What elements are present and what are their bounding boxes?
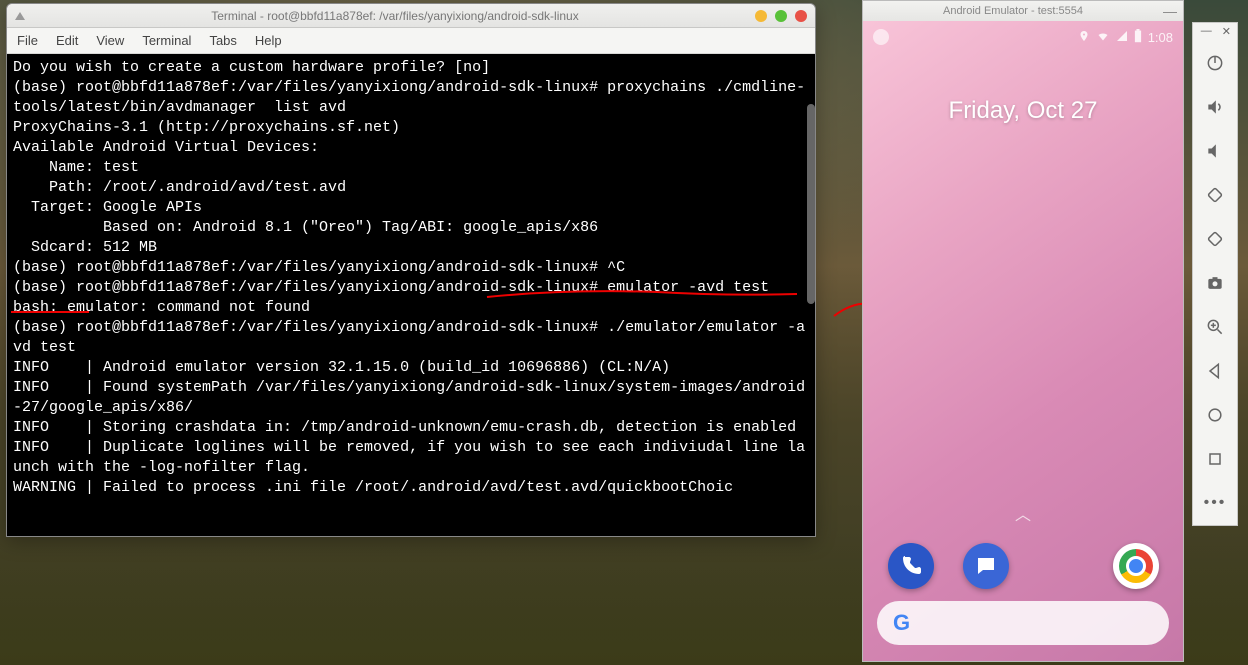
google-logo-icon: G — [893, 610, 910, 636]
rotate-right-button[interactable] — [1192, 217, 1238, 261]
home-button[interactable] — [1192, 393, 1238, 437]
wifi-icon — [1096, 30, 1110, 45]
android-status-bar[interactable]: 1:08 — [863, 27, 1183, 47]
overview-button[interactable] — [1192, 437, 1238, 481]
screenshot-button[interactable] — [1192, 261, 1238, 305]
toolbar-close-button[interactable]: ✕ — [1222, 25, 1231, 39]
zoom-button[interactable] — [1192, 305, 1238, 349]
battery-icon — [1134, 29, 1142, 46]
back-button[interactable] — [1192, 349, 1238, 393]
chrome-app-icon[interactable] — [1113, 543, 1159, 589]
location-icon — [1078, 30, 1090, 45]
emulator-window: Android Emulator - test:5554 — — [862, 0, 1184, 662]
terminal-menubar: File Edit View Terminal Tabs Help — [7, 28, 815, 54]
emulator-titlebar[interactable]: Android Emulator - test:5554 — — [863, 1, 1183, 21]
menu-edit[interactable]: Edit — [56, 33, 78, 48]
google-search-bar[interactable]: G — [877, 601, 1169, 645]
terminal-text: Do you wish to create a custom hardware … — [13, 59, 805, 496]
app-drawer-caret-icon[interactable]: ︿ — [1015, 501, 1031, 525]
scrollbar-thumb[interactable] — [807, 104, 815, 304]
volume-down-button[interactable] — [1192, 129, 1238, 173]
more-button[interactable]: ••• — [1192, 481, 1238, 525]
menu-view[interactable]: View — [96, 33, 124, 48]
emulator-screen[interactable]: 1:08 Friday, Oct 27 ︿ G — [863, 21, 1183, 661]
power-button[interactable] — [1192, 41, 1238, 85]
emulator-minimize-button[interactable]: — — [1163, 3, 1177, 19]
emulator-toolbar: — ✕ ••• — [1192, 22, 1238, 526]
menu-file[interactable]: File — [17, 33, 38, 48]
toolbar-minimize-button[interactable]: — — [1201, 25, 1212, 39]
terminal-titlebar[interactable]: Terminal - root@bbfd11a878ef: /var/files… — [7, 4, 815, 28]
phone-app-icon[interactable] — [888, 543, 934, 589]
signal-icon — [1116, 30, 1128, 45]
close-button[interactable] — [795, 10, 807, 22]
rotate-left-button[interactable] — [1192, 173, 1238, 217]
terminal-scrollbar[interactable] — [805, 104, 815, 536]
terminal-body[interactable]: Do you wish to create a custom hardware … — [7, 54, 815, 536]
window-menu-icon[interactable] — [15, 12, 25, 20]
terminal-window: Terminal - root@bbfd11a878ef: /var/files… — [6, 3, 816, 537]
minimize-button[interactable] — [755, 10, 767, 22]
messages-app-icon[interactable] — [963, 543, 1009, 589]
status-time: 1:08 — [1148, 30, 1173, 45]
emulator-screen-frame: 1:08 Friday, Oct 27 ︿ G — [863, 21, 1183, 661]
volume-up-button[interactable] — [1192, 85, 1238, 129]
assistant-icon[interactable] — [873, 29, 889, 45]
home-date[interactable]: Friday, Oct 27 — [863, 97, 1183, 125]
home-dock — [863, 543, 1183, 589]
emulator-title: Android Emulator - test:5554 — [869, 5, 1157, 17]
menu-terminal[interactable]: Terminal — [142, 33, 191, 48]
terminal-title: Terminal - root@bbfd11a878ef: /var/files… — [35, 9, 755, 23]
menu-tabs[interactable]: Tabs — [209, 33, 236, 48]
maximize-button[interactable] — [775, 10, 787, 22]
empty-dock-slot — [1038, 543, 1084, 589]
menu-help[interactable]: Help — [255, 33, 282, 48]
